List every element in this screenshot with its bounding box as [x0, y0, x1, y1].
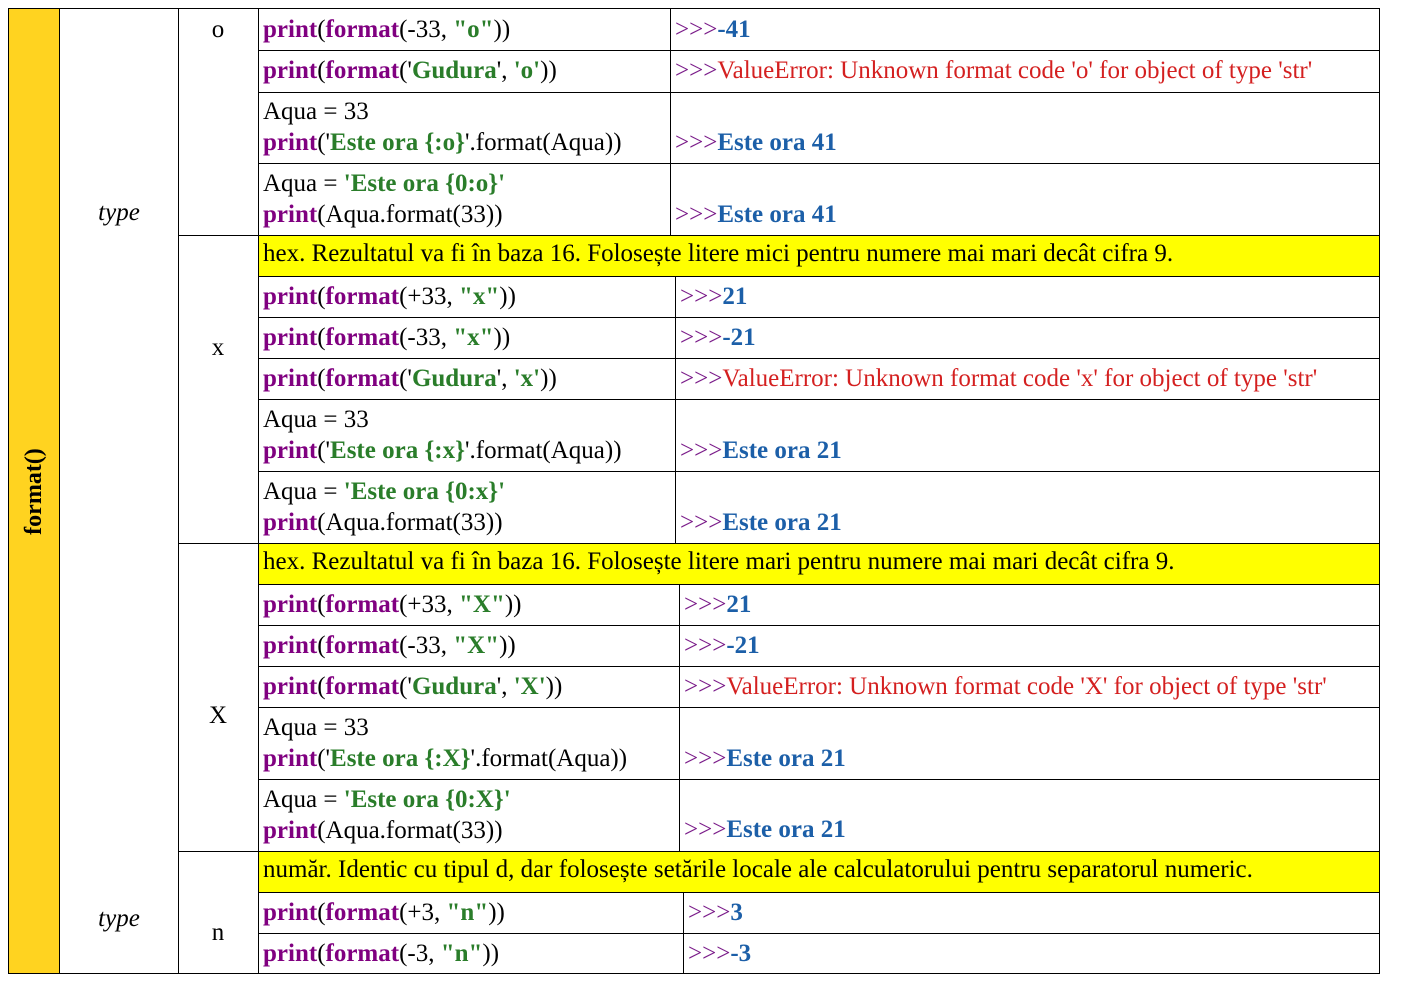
code-x-2: print(format(-33, "x"))	[263, 324, 511, 351]
code-x-1: print(format(+33, "x"))	[263, 283, 516, 310]
type-label-top: type	[98, 199, 140, 226]
row-line	[258, 625, 1380, 626]
row-line	[258, 892, 1380, 893]
side-label: format()	[9, 9, 59, 973]
result-x-5: >>>Este ora 21	[680, 509, 842, 536]
header-text-x: hex. Rezultatul va fi în baza 16. Folose…	[263, 240, 1174, 267]
row-line	[258, 276, 1380, 277]
row-line	[258, 779, 1380, 780]
spec-x: x	[211, 334, 225, 361]
border-right	[1379, 8, 1380, 974]
result-o-3: >>>Este ora 41	[675, 129, 837, 156]
row-line	[258, 399, 1380, 400]
spec-X: X	[208, 702, 228, 729]
result-X-1: >>>21	[684, 591, 752, 618]
result-X-3: >>>ValueError: Unknown format code 'X' f…	[684, 673, 1327, 700]
col-line-2	[178, 8, 179, 974]
code-X-2: print(format(-33, "X"))	[263, 632, 516, 659]
result-x-4: >>>Este ora 21	[680, 437, 842, 464]
row-line	[258, 707, 1380, 708]
row-line	[258, 163, 1380, 164]
result-n-1: >>>3	[688, 899, 743, 926]
result-X-4: >>>Este ora 21	[684, 745, 846, 772]
code-o-3: Aqua = 33 print('Este ora {:o}'.format(Aq…	[263, 98, 622, 156]
code-X-1: print(format(+33, "X"))	[263, 591, 522, 618]
code-x-3: print(format('Gudura', 'x'))	[263, 365, 557, 392]
sep-o	[670, 8, 671, 236]
header-text-X: hex. Rezultatul va fi în baza 16. Folose…	[263, 548, 1175, 575]
code-X-4: Aqua = 33 print('Este ora {:X}'.format(Aq…	[263, 714, 628, 772]
row-line	[258, 317, 1380, 318]
group-line-o	[178, 235, 1380, 236]
header-text-n: număr. Identic cu tipul d, dar folosește…	[263, 856, 1253, 883]
row-line	[258, 471, 1380, 472]
col-line-1	[59, 8, 60, 974]
row-line	[258, 666, 1380, 667]
code-x-5: Aqua = 'Este ora {0:x}' print(Aqua.format…	[263, 478, 506, 536]
result-o-4: >>>Este ora 41	[675, 201, 837, 228]
code-o-2: print(format('Gudura', 'o'))	[263, 57, 557, 84]
type-label-bottom: type	[98, 905, 140, 932]
spec-n: n	[211, 919, 225, 946]
row-line	[258, 358, 1380, 359]
spec-o: o	[211, 16, 225, 43]
result-x-1: >>>21	[680, 283, 748, 310]
code-X-5: Aqua = 'Este ora {0:X}' print(Aqua.format…	[263, 786, 511, 844]
border-top	[8, 8, 1380, 9]
group-line-x	[178, 543, 1380, 544]
result-x-3: >>>ValueError: Unknown format code 'x' f…	[680, 365, 1318, 392]
result-o-2: >>>ValueError: Unknown format code 'o' f…	[675, 57, 1313, 84]
row-line	[258, 933, 1380, 934]
code-n-2: print(format(-3, "n"))	[263, 940, 500, 967]
row-line	[258, 50, 1380, 51]
code-o-1: print(format(-33, "o"))	[263, 16, 511, 43]
result-X-2: >>>-21	[684, 632, 760, 659]
border-bottom	[8, 973, 1380, 974]
col-line-3	[258, 8, 259, 974]
result-o-1: >>>-41	[675, 16, 751, 43]
result-x-2: >>>-21	[680, 324, 756, 351]
row-line	[258, 92, 1380, 93]
side-label-text: format()	[20, 447, 47, 535]
group-line-X	[178, 851, 1380, 852]
result-X-5: >>>Este ora 21	[684, 816, 846, 843]
border-left	[8, 8, 9, 974]
result-n-2: >>>-3	[688, 940, 752, 967]
code-x-4: Aqua = 33 print('Este ora {:x}'.format(Aq…	[263, 406, 622, 464]
code-X-3: print(format('Gudura', 'X'))	[263, 673, 563, 700]
row-line	[258, 584, 1380, 585]
code-n-1: print(format(+3, "n"))	[263, 899, 505, 926]
code-o-4: Aqua = 'Este ora {0:o}' print(Aqua.format…	[263, 170, 506, 228]
